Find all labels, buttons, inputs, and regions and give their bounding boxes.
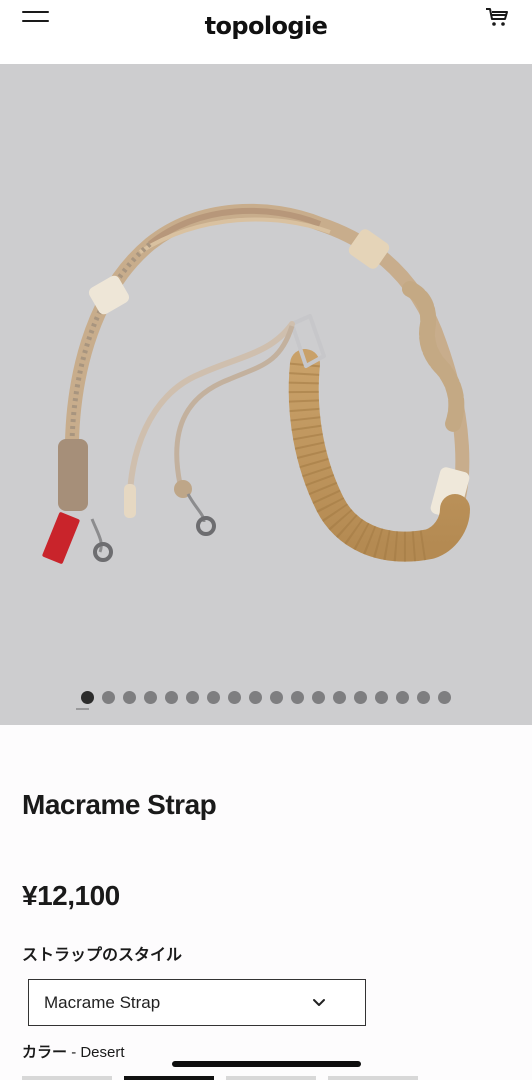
- product-image: [42, 203, 470, 564]
- gallery-dot[interactable]: [354, 691, 367, 704]
- gallery-dot[interactable]: [102, 691, 115, 704]
- active-dot-underline: [76, 708, 89, 710]
- gallery-dot[interactable]: [438, 691, 451, 704]
- brand-logo[interactable]: topologie: [0, 12, 532, 40]
- gallery-dot[interactable]: [207, 691, 220, 704]
- gallery-dot[interactable]: [396, 691, 409, 704]
- chevron-down-icon: [313, 999, 325, 1006]
- cart-icon[interactable]: [484, 6, 510, 28]
- gallery-dot[interactable]: [249, 691, 262, 704]
- gallery-dot[interactable]: [375, 691, 388, 704]
- strap-style-selected-value: Macrame Strap: [44, 993, 161, 1012]
- product-image-gallery[interactable]: [0, 64, 532, 725]
- gallery-dot[interactable]: [333, 691, 346, 704]
- gallery-pagination: [0, 691, 532, 704]
- gallery-dot[interactable]: [144, 691, 157, 704]
- color-swatch[interactable]: [328, 1076, 418, 1080]
- color-label: カラー: [22, 1044, 68, 1061]
- product-title: Macrame Strap: [22, 789, 217, 820]
- gallery-dot[interactable]: [228, 691, 241, 704]
- gallery-dot[interactable]: [186, 691, 199, 704]
- gallery-dot[interactable]: [81, 691, 94, 704]
- color-swatch[interactable]: [22, 1076, 112, 1080]
- gallery-dot[interactable]: [123, 691, 136, 704]
- gallery-dot[interactable]: [270, 691, 283, 704]
- gallery-dot[interactable]: [312, 691, 325, 704]
- gallery-dot[interactable]: [417, 691, 430, 704]
- home-indicator[interactable]: [172, 1061, 361, 1067]
- color-swatch-selected[interactable]: [124, 1076, 214, 1080]
- strap-style-select[interactable]: Macrame Strap: [28, 979, 366, 1026]
- strap-style-label: ストラップのスタイル: [22, 947, 183, 964]
- top-header: topologie: [0, 0, 532, 64]
- color-option-row: カラー - Desert: [22, 1041, 125, 1062]
- color-value: - Desert: [71, 1044, 125, 1061]
- product-price: ¥12,100: [22, 880, 120, 911]
- gallery-dot[interactable]: [165, 691, 178, 704]
- color-swatch[interactable]: [226, 1076, 316, 1080]
- gallery-dot[interactable]: [291, 691, 304, 704]
